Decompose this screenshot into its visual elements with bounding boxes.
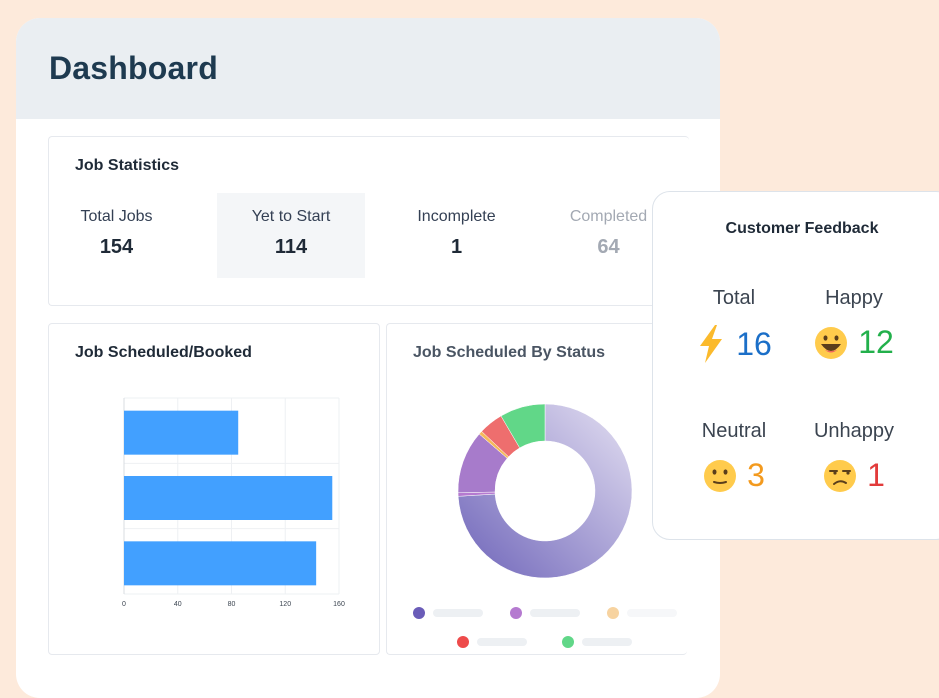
job-scheduled-card: Job Scheduled/Booked 0 40 80 120 160 xyxy=(48,323,380,655)
feedback-unhappy[interactable]: Unhappy 1 xyxy=(779,420,929,494)
x-tick-label: 120 xyxy=(279,601,291,608)
x-tick-label: 0 xyxy=(122,601,126,608)
page-title: Dashboard xyxy=(49,50,218,86)
legend-label-placeholder xyxy=(582,638,632,646)
neutral-face-icon xyxy=(704,459,737,492)
dashboard-panel: Dashboard Job Statistics Total Jobs 154 … xyxy=(16,18,720,698)
feedback-label: Happy xyxy=(825,287,883,309)
stat-label: Total Jobs xyxy=(80,208,153,225)
lightning-icon xyxy=(700,325,723,363)
feedback-label: Unhappy xyxy=(813,420,895,442)
stat-label: Incomplete xyxy=(417,208,496,225)
feedback-value: 3 xyxy=(747,457,765,493)
feedback-value: 1 xyxy=(867,457,885,493)
stat-label: Yet to Start xyxy=(251,208,331,225)
stat-incomplete[interactable]: Incomplete 1 xyxy=(389,193,524,278)
legend-label-placeholder xyxy=(433,609,483,617)
legend-dot xyxy=(607,607,619,619)
legend-dot xyxy=(413,607,425,619)
legend-label-placeholder xyxy=(530,609,580,617)
x-tick-label: 160 xyxy=(333,601,345,608)
x-tick-label: 80 xyxy=(228,601,236,608)
job-status-card: Job Scheduled By Status xyxy=(386,323,687,655)
feedback-value: 16 xyxy=(736,325,772,362)
donut-chart xyxy=(413,403,677,648)
job-statistics-title: Job Statistics xyxy=(75,157,180,174)
stat-value: 114 xyxy=(274,236,308,258)
dashboard-header: Dashboard xyxy=(16,18,720,119)
bar xyxy=(124,410,239,455)
bar xyxy=(124,541,317,586)
stat-value: 1 xyxy=(450,236,463,258)
stat-yet-to-start[interactable]: Yet to Start 114 xyxy=(217,193,365,278)
unamused-face-icon xyxy=(824,459,857,492)
job-statistics-card: Job Statistics Total Jobs 154 Yet to Sta… xyxy=(48,136,689,306)
bar-chart: 0 40 80 120 160 xyxy=(122,397,345,608)
legend-label-placeholder xyxy=(477,638,527,646)
stat-value: 154 xyxy=(99,236,134,258)
x-tick-label: 40 xyxy=(174,601,182,608)
feedback-value: 12 xyxy=(858,324,894,360)
bar xyxy=(124,476,333,520)
legend-dot xyxy=(562,636,574,648)
legend-dot xyxy=(457,636,469,648)
legend-label-placeholder xyxy=(627,609,677,617)
grinning-face-icon xyxy=(815,326,848,359)
legend-dot xyxy=(510,607,522,619)
feedback-happy[interactable]: Happy 12 xyxy=(779,287,929,361)
customer-feedback-card: Customer Feedback Total 16 Happy 12 Neut… xyxy=(652,191,939,540)
customer-feedback-title: Customer Feedback xyxy=(725,220,879,237)
stat-total-jobs[interactable]: Total Jobs 154 xyxy=(49,193,184,278)
